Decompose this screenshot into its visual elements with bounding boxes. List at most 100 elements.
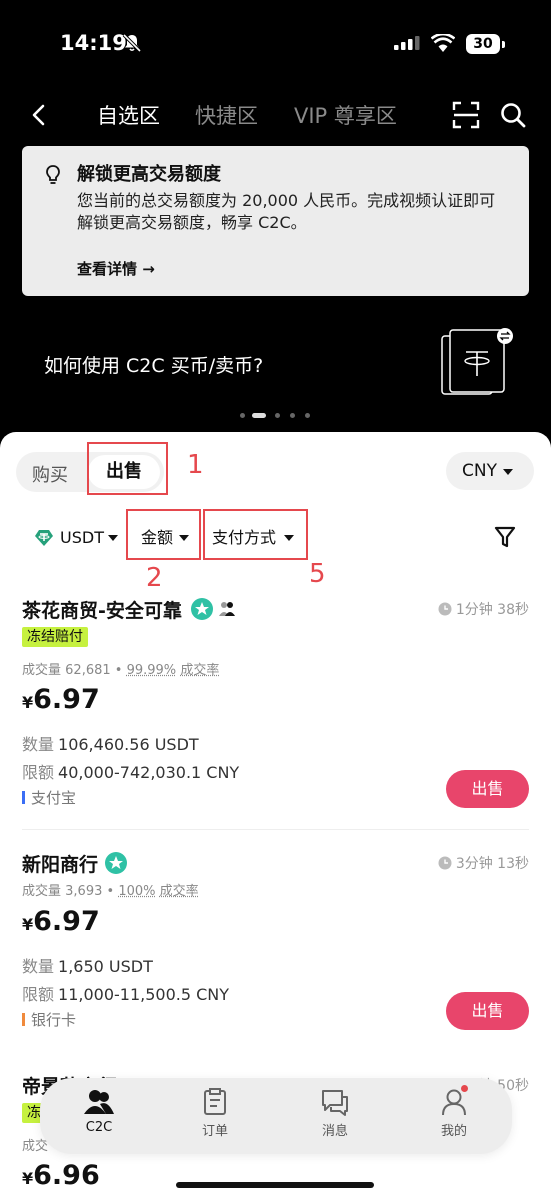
limit-value: 11,000-11,500.5 CNY xyxy=(58,985,230,1004)
payment-method-name: 银行卡 xyxy=(31,1011,77,1029)
howto-banner-text[interactable]: 如何使用 C2C 买币/卖币? xyxy=(44,351,263,378)
clock-icon xyxy=(438,602,452,616)
ad-listing[interactable]: 茶花商贸-安全可靠 1分钟 38秒 冻结赔付 成交量 62,681 • 99.9… xyxy=(0,596,551,826)
avg-release-time: 1分钟 38秒 xyxy=(455,602,529,618)
sell-button[interactable]: 出售 xyxy=(446,770,529,808)
quantity-label: 数量 xyxy=(22,957,55,976)
merchant-stats: 成交量 3,693 • 100% 成交率 xyxy=(22,884,199,899)
merchant-stats: 成交量 62,681 • 99.99% 成交率 xyxy=(22,663,220,678)
limit-row: 限额 40,000-742,030.1 CNY xyxy=(22,759,239,783)
user-icon xyxy=(442,1089,466,1116)
signal-icon xyxy=(394,36,420,50)
scan-icon[interactable] xyxy=(452,101,480,129)
merchant-name[interactable]: 茶花商贸-安全可靠 xyxy=(22,596,182,623)
tab-vip[interactable]: VIP 尊享区 xyxy=(294,100,397,130)
limit-label: 限额 xyxy=(22,985,55,1004)
bottom-nav: C2C 订单 消息 我的 xyxy=(40,1078,512,1154)
volume-label: 成交量 xyxy=(22,663,62,678)
buy-tab[interactable]: 购买 xyxy=(32,461,68,487)
tab-quick[interactable]: 快捷区 xyxy=(195,100,258,130)
quantity-value: 106,460.56 USDT xyxy=(58,735,199,754)
bell-off-icon xyxy=(122,33,142,53)
notice-body: 您当前的总交易额度为 20,000 人民币。完成视频认证即可解锁更高交易额度，畅… xyxy=(77,191,496,232)
search-icon[interactable] xyxy=(499,101,527,129)
filter-funnel-icon[interactable] xyxy=(494,525,516,549)
chevron-down-icon xyxy=(503,469,513,475)
annotation-box xyxy=(126,509,201,560)
battery-tip xyxy=(502,41,505,48)
carousel-dot xyxy=(305,413,310,418)
nav-c2c-label: C2C xyxy=(85,1120,113,1135)
currency-label: CNY xyxy=(462,461,497,481)
carousel-dot xyxy=(290,413,295,418)
avg-release-time: 3分钟 13秒 xyxy=(455,856,529,872)
wifi-icon xyxy=(431,34,455,52)
annotation-box xyxy=(203,509,308,560)
payment-color-bar xyxy=(22,1013,25,1026)
payment-method: 银行卡 xyxy=(22,1009,76,1030)
lightbulb-icon xyxy=(46,165,60,184)
annotation-number: 1 xyxy=(187,450,204,480)
quantity-label: 数量 xyxy=(22,735,55,754)
completion-rate-label: 成交率 xyxy=(180,663,220,678)
nav-messages-label: 消息 xyxy=(321,1124,348,1139)
sell-button[interactable]: 出售 xyxy=(446,992,529,1030)
clock-icon xyxy=(438,856,452,870)
completion-rate: 100% xyxy=(118,884,156,899)
users-icon xyxy=(84,1090,114,1114)
price-row: ¥6.96 xyxy=(22,1160,100,1191)
volume-label: 成交 xyxy=(22,1139,49,1154)
nav-messages[interactable]: 消息 xyxy=(295,1088,375,1139)
nav-profile[interactable]: 我的 xyxy=(414,1085,494,1139)
chevron-down-icon xyxy=(108,535,118,541)
price-value: 6.97 xyxy=(33,906,100,937)
carousel-dot xyxy=(275,413,280,418)
nav-profile-label: 我的 xyxy=(440,1124,467,1139)
limit-row: 限额 11,000-11,500.5 CNY xyxy=(22,981,229,1005)
divider xyxy=(22,829,529,830)
coin-label: USDT xyxy=(60,528,104,547)
currency-symbol: ¥ xyxy=(22,693,34,712)
battery-icon: 30 xyxy=(466,34,500,54)
people-icon xyxy=(219,602,235,616)
limit-value: 40,000-742,030.1 CNY xyxy=(58,763,240,782)
tab-selected[interactable]: 自选区 xyxy=(97,100,160,130)
annotation-number: 5 xyxy=(309,559,326,589)
nav-c2c[interactable]: C2C xyxy=(59,1088,139,1135)
verified-badge-icon xyxy=(105,852,127,874)
tether-card-illustration xyxy=(441,328,513,395)
currency-symbol: ¥ xyxy=(22,1169,34,1188)
completion-rate-label: 成交率 xyxy=(159,884,199,899)
quantity-row: 数量 1,650 USDT xyxy=(22,953,153,977)
verified-badge-icon xyxy=(191,598,213,620)
quantity-value: 1,650 USDT xyxy=(58,957,153,976)
payment-method: 支付宝 xyxy=(22,787,76,808)
quantity-row: 数量 106,460.56 USDT xyxy=(22,731,199,755)
nav-orders[interactable]: 订单 xyxy=(175,1088,255,1139)
payment-method-name: 支付宝 xyxy=(31,789,77,807)
ad-listing[interactable]: 新阳商行 3分钟 13秒 成交量 3,693 • 100% 成交率 ¥6.97 … xyxy=(0,850,551,1060)
nav-orders-label: 订单 xyxy=(201,1124,228,1139)
home-indicator xyxy=(176,1182,374,1188)
clipboard-icon xyxy=(204,1088,226,1115)
notification-dot xyxy=(461,1085,468,1092)
completion-rate: 99.99% xyxy=(126,663,177,678)
annotation-number: 2 xyxy=(146,563,163,593)
merchant-name[interactable]: 新阳商行 xyxy=(22,850,98,877)
status-time: 14:19 xyxy=(60,31,127,55)
volume-label: 成交量 xyxy=(22,884,62,899)
notice-card: 解锁更高交易额度 您当前的总交易额度为 20,000 人民币。完成视频认证即可解… xyxy=(22,146,529,296)
view-details-link[interactable]: 查看详情 → xyxy=(77,258,155,279)
currency-selector[interactable]: CNY xyxy=(446,452,534,490)
volume-value: 3,693 xyxy=(65,884,103,899)
time-badge: 1分钟 38秒 xyxy=(438,599,529,619)
carousel-dot xyxy=(240,413,245,418)
back-icon[interactable] xyxy=(28,103,50,127)
status-bar: 14:19 30 xyxy=(0,0,551,90)
top-nav: 自选区 快捷区 VIP 尊享区 xyxy=(0,96,551,136)
payment-color-bar xyxy=(22,791,25,804)
time-badge: 3分钟 13秒 xyxy=(438,853,529,873)
price-value: 6.97 xyxy=(33,684,100,715)
annotation-box xyxy=(87,442,168,495)
price-value: 6.96 xyxy=(33,1160,100,1191)
